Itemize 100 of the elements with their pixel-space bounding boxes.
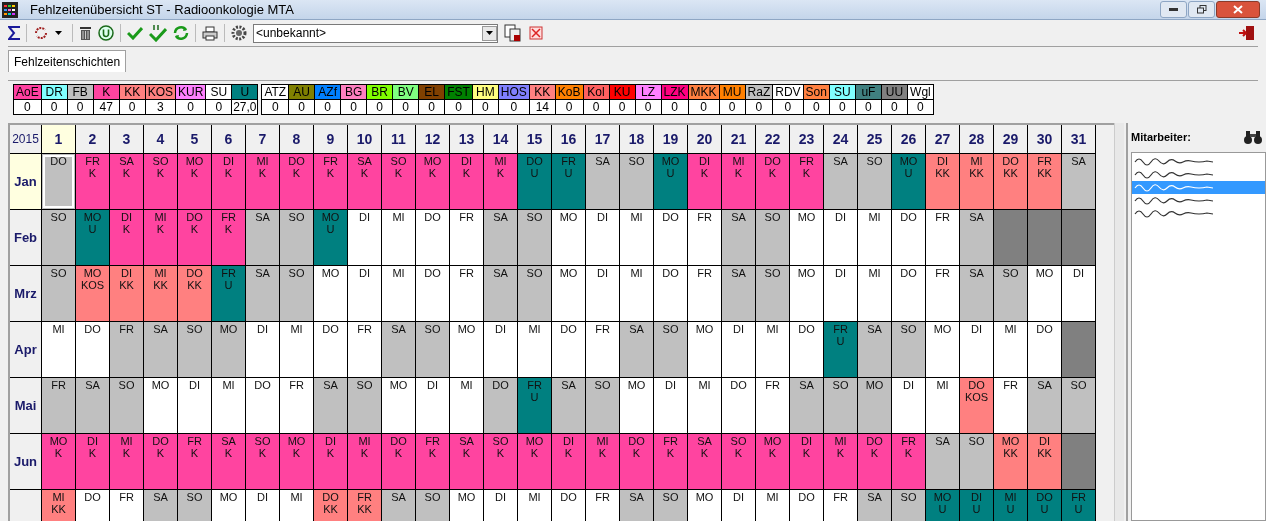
day-cell[interactable]: MO U <box>76 210 109 265</box>
day-cell[interactable]: MO K <box>42 434 75 489</box>
day-cell[interactable]: MO <box>552 210 585 265</box>
day-cell[interactable]: SO <box>620 154 653 209</box>
day-cell[interactable]: SA <box>314 378 347 433</box>
restore-button[interactable] <box>1188 1 1215 18</box>
day-cell[interactable]: SO <box>892 490 925 521</box>
day-cell[interactable]: SO <box>416 322 449 377</box>
day-cell[interactable]: DI <box>824 266 857 321</box>
day-cell[interactable]: MO <box>858 378 891 433</box>
day-header[interactable]: 3 <box>110 125 143 153</box>
day-cell[interactable]: MI <box>858 210 891 265</box>
day-cell[interactable]: FR U <box>212 266 245 321</box>
day-header[interactable]: 26 <box>892 125 925 153</box>
day-cell[interactable]: MI U <box>994 490 1027 521</box>
month-label[interactable]: Jun <box>10 434 41 489</box>
day-header[interactable]: 9 <box>314 125 347 153</box>
day-cell[interactable]: SO <box>960 434 993 489</box>
day-cell[interactable]: MI K <box>110 434 143 489</box>
day-cell[interactable]: MI KK <box>960 154 993 209</box>
day-cell[interactable]: SO <box>110 378 143 433</box>
day-header[interactable]: 29 <box>994 125 1027 153</box>
day-cell[interactable]: DI <box>246 490 279 521</box>
day-cell[interactable]: FR U <box>824 322 857 377</box>
day-cell[interactable]: SO <box>178 490 211 521</box>
day-cell[interactable]: DI K <box>212 154 245 209</box>
day-cell[interactable]: MI K <box>246 154 279 209</box>
month-label[interactable]: Jan <box>10 154 41 209</box>
day-cell[interactable]: DI <box>1062 266 1095 321</box>
day-cell[interactable]: FR K <box>892 434 925 489</box>
day-cell[interactable]: FR K <box>212 210 245 265</box>
day-cell[interactable]: DO <box>552 490 585 521</box>
day-cell[interactable]: SO <box>518 210 551 265</box>
day-cell[interactable]: MO <box>1028 266 1061 321</box>
day-cell[interactable]: DI KK <box>1028 434 1061 489</box>
day-cell[interactable]: FR K <box>654 434 687 489</box>
day-cell[interactable]: DO K <box>858 434 891 489</box>
day-cell[interactable]: MO <box>450 322 483 377</box>
day-cell[interactable]: DO <box>76 490 109 521</box>
day-cell[interactable]: SO <box>586 378 619 433</box>
day-cell[interactable]: SA <box>552 378 585 433</box>
day-cell[interactable]: SA <box>1062 154 1095 209</box>
day-cell[interactable]: DI <box>960 322 993 377</box>
day-header[interactable]: 6 <box>212 125 245 153</box>
trash-icon[interactable] <box>79 25 92 41</box>
day-cell[interactable]: FR <box>688 266 721 321</box>
day-cell[interactable]: MO <box>314 266 347 321</box>
day-cell[interactable]: MI <box>994 322 1027 377</box>
day-cell[interactable]: DO <box>892 210 925 265</box>
day-cell[interactable]: MI <box>212 378 245 433</box>
day-cell[interactable]: SO <box>42 266 75 321</box>
day-cell[interactable]: FR K <box>76 154 109 209</box>
day-cell[interactable]: MI <box>280 490 313 521</box>
day-cell[interactable] <box>1062 210 1095 265</box>
employee-dropdown[interactable]: <unbekannt> <box>253 23 498 43</box>
day-cell[interactable]: SO <box>178 322 211 377</box>
day-cell[interactable]: MI K <box>824 434 857 489</box>
day-header[interactable]: 24 <box>824 125 857 153</box>
day-cell[interactable]: DO KK <box>314 490 347 521</box>
day-cell[interactable]: DI <box>348 210 381 265</box>
day-cell[interactable]: SA <box>144 322 177 377</box>
day-cell[interactable]: DO K <box>382 434 415 489</box>
day-cell[interactable]: DI <box>586 210 619 265</box>
day-header[interactable]: 7 <box>246 125 279 153</box>
day-cell[interactable] <box>994 210 1027 265</box>
day-cell[interactable]: DO <box>76 322 109 377</box>
sigma-icon[interactable] <box>8 26 20 40</box>
day-cell[interactable]: SO K <box>484 434 517 489</box>
day-cell[interactable]: MO <box>212 322 245 377</box>
day-cell[interactable]: FR U <box>1062 490 1095 521</box>
day-header[interactable]: 23 <box>790 125 823 153</box>
day-cell[interactable]: SA <box>246 266 279 321</box>
day-cell[interactable]: MI <box>518 322 551 377</box>
day-cell[interactable]: SO <box>518 266 551 321</box>
day-cell[interactable]: MI K <box>586 434 619 489</box>
day-cell[interactable]: MI <box>382 210 415 265</box>
day-cell[interactable]: MI <box>42 322 75 377</box>
day-cell[interactable]: SA <box>620 490 653 521</box>
day-cell[interactable]: SA <box>960 266 993 321</box>
day-header[interactable]: 25 <box>858 125 891 153</box>
day-cell[interactable]: SA <box>246 210 279 265</box>
day-header[interactable]: 15 <box>518 125 551 153</box>
day-cell[interactable]: SA K <box>110 154 143 209</box>
day-cell[interactable]: FR <box>756 378 789 433</box>
day-cell[interactable]: SA K <box>450 434 483 489</box>
day-cell[interactable]: DO <box>246 378 279 433</box>
day-cell[interactable]: SA <box>960 210 993 265</box>
day-cell[interactable]: FR KK <box>348 490 381 521</box>
day-cell[interactable]: SO <box>348 378 381 433</box>
day-cell[interactable]: SA K <box>688 434 721 489</box>
binoculars-icon[interactable] <box>1243 129 1263 146</box>
day-header[interactable]: 16 <box>552 125 585 153</box>
day-cell[interactable]: DI U <box>960 490 993 521</box>
day-cell[interactable]: MO K <box>518 434 551 489</box>
day-cell[interactable]: DO K <box>620 434 653 489</box>
day-cell[interactable]: DO <box>790 490 823 521</box>
day-cell[interactable]: DO <box>1028 322 1061 377</box>
day-cell[interactable]: FR <box>586 490 619 521</box>
day-cell[interactable]: MO K <box>756 434 789 489</box>
day-cell[interactable]: SO K <box>144 154 177 209</box>
